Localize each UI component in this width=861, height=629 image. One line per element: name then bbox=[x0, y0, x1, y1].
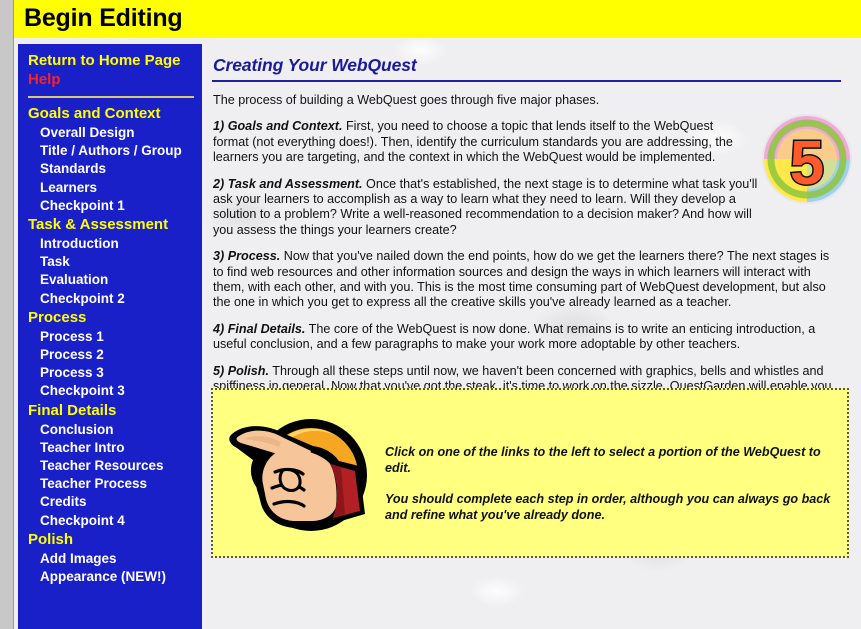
sidebar-item-checkpoint-2[interactable]: Checkpoint 2 bbox=[18, 290, 202, 308]
sidebar-item-evaluation[interactable]: Evaluation bbox=[18, 271, 202, 289]
sidebar-item-checkpoint-3[interactable]: Checkpoint 3 bbox=[18, 382, 202, 400]
phase-label-4: 4) Final Details. bbox=[213, 321, 306, 336]
sidebar-item-teacher-intro[interactable]: Teacher Intro bbox=[18, 439, 202, 457]
badge-number-text: 5 bbox=[790, 129, 824, 198]
heading-rule bbox=[212, 80, 841, 82]
phase-paragraph-1: 1) Goals and Context. First, you need to… bbox=[213, 119, 743, 165]
sidebar-item-checkpoint-1[interactable]: Checkpoint 1 bbox=[18, 197, 202, 215]
sidebar-item-checkpoint-4[interactable]: Checkpoint 4 bbox=[18, 512, 202, 530]
sidebar-top-links: Return to Home Page Help bbox=[18, 51, 202, 89]
sidebar-divider bbox=[28, 96, 194, 98]
sidebar-item-teacher-resources[interactable]: Teacher Resources bbox=[18, 457, 202, 475]
phase-label-1: 1) Goals and Context. bbox=[213, 119, 343, 134]
intro-paragraph: The process of building a WebQuest goes … bbox=[213, 93, 600, 107]
sidebar-group-goals-and-context: Goals and Context Overall Design Title /… bbox=[18, 104, 202, 215]
main-content: 5 Creating Your WebQuest The process of … bbox=[211, 46, 852, 629]
callout-text-block: Click on one of the links to the left to… bbox=[385, 445, 833, 523]
sidebar-section-process[interactable]: Process bbox=[18, 308, 202, 328]
phase-paragraph-4: 4) Final Details. The core of the WebQue… bbox=[213, 322, 839, 353]
phase-label-3: 3) Process. bbox=[213, 249, 281, 264]
sidebar-group-final-details: Final Details Conclusion Teacher Intro T… bbox=[18, 401, 202, 530]
page-header-bar: Begin Editing bbox=[14, 0, 861, 38]
sidebar-group-task-and-assessment: Task & Assessment Introduction Task Eval… bbox=[18, 215, 202, 308]
sidebar-link-return-home[interactable]: Return to Home Page bbox=[28, 51, 192, 70]
sidebar-link-help[interactable]: Help bbox=[28, 70, 192, 89]
sidebar-item-task[interactable]: Task bbox=[18, 253, 202, 271]
page-root: Begin Editing Return to Home Page Help G… bbox=[0, 0, 861, 629]
sidebar-section-task-and-assessment[interactable]: Task & Assessment bbox=[18, 215, 202, 235]
sidebar-item-process-1[interactable]: Process 1 bbox=[18, 328, 202, 346]
sidebar-item-teacher-process[interactable]: Teacher Process bbox=[18, 475, 202, 493]
phase-label-2: 2) Task and Assessment. bbox=[213, 176, 363, 191]
sidebar-item-learners[interactable]: Learners bbox=[18, 179, 202, 197]
sidebar-navigation: Return to Home Page Help Goals and Conte… bbox=[18, 44, 202, 629]
phase-paragraph-2: 2) Task and Assessment. Once that's esta… bbox=[213, 177, 758, 239]
sidebar-group-process: Process Process 1 Process 2 Process 3 Ch… bbox=[18, 308, 202, 401]
instruction-callout-box: Click on one of the links to the left to… bbox=[211, 388, 849, 558]
sidebar-item-credits[interactable]: Credits bbox=[18, 493, 202, 511]
sidebar-item-appearance[interactable]: Appearance (NEW!) bbox=[18, 568, 202, 586]
sidebar-item-standards[interactable]: Standards bbox=[18, 160, 202, 178]
sidebar-section-final-details[interactable]: Final Details bbox=[18, 401, 202, 421]
callout-line-1: Click on one of the links to the left to… bbox=[385, 445, 821, 475]
sidebar-item-process-3[interactable]: Process 3 bbox=[18, 364, 202, 382]
phase-paragraph-3: 3) Process. Now that you've nailed down … bbox=[213, 249, 839, 311]
phase-text-3: Now that you've nailed down the end poin… bbox=[213, 249, 830, 310]
phase-label-5: 5) Polish. bbox=[213, 363, 269, 378]
callout-line-2: You should complete each step in order, … bbox=[385, 492, 831, 522]
left-gutter-strip bbox=[0, 0, 14, 629]
content-heading: Creating Your WebQuest bbox=[213, 55, 417, 75]
sidebar-item-add-images[interactable]: Add Images bbox=[18, 550, 202, 568]
pointing-hand-icon bbox=[227, 414, 369, 536]
sidebar-item-introduction[interactable]: Introduction bbox=[18, 235, 202, 253]
sidebar-item-conclusion[interactable]: Conclusion bbox=[18, 421, 202, 439]
sidebar-item-overall-design[interactable]: Overall Design bbox=[18, 124, 202, 142]
number-five-badge-icon: 5 bbox=[760, 112, 854, 206]
sidebar-item-process-2[interactable]: Process 2 bbox=[18, 346, 202, 364]
sidebar-group-polish: Polish Add Images Appearance (NEW!) bbox=[18, 530, 202, 586]
sidebar-item-title-authors-group[interactable]: Title / Authors / Group bbox=[18, 142, 202, 160]
sidebar-section-polish[interactable]: Polish bbox=[18, 530, 202, 550]
page-title: Begin Editing bbox=[24, 4, 183, 32]
sidebar-section-goals-and-context[interactable]: Goals and Context bbox=[18, 104, 202, 124]
